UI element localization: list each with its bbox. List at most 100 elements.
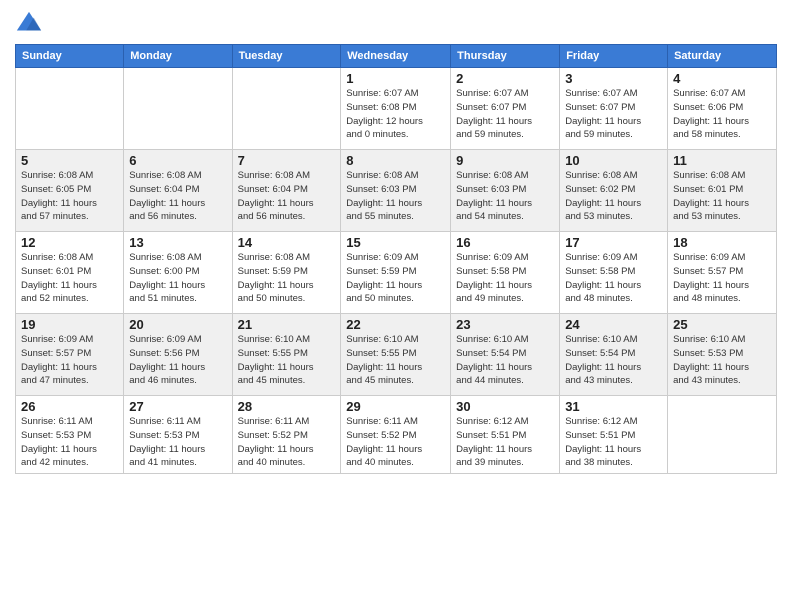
day-number: 1 [346, 71, 445, 86]
day-number: 5 [21, 153, 118, 168]
day-number: 18 [673, 235, 771, 250]
calendar-cell: 3Sunrise: 6:07 AMSunset: 6:07 PMDaylight… [560, 68, 668, 150]
weekday-header-tuesday: Tuesday [232, 45, 341, 68]
page-container: SundayMondayTuesdayWednesdayThursdayFrid… [0, 0, 792, 479]
day-info: Sunrise: 6:10 AMSunset: 5:54 PMDaylight:… [565, 333, 662, 388]
logo-icon [15, 10, 43, 38]
calendar-cell: 13Sunrise: 6:08 AMSunset: 6:00 PMDayligh… [124, 232, 232, 314]
calendar-cell: 2Sunrise: 6:07 AMSunset: 6:07 PMDaylight… [451, 68, 560, 150]
day-number: 28 [238, 399, 336, 414]
day-number: 6 [129, 153, 226, 168]
day-info: Sunrise: 6:10 AMSunset: 5:53 PMDaylight:… [673, 333, 771, 388]
day-info: Sunrise: 6:11 AMSunset: 5:52 PMDaylight:… [238, 415, 336, 470]
calendar-cell [232, 68, 341, 150]
day-number: 16 [456, 235, 554, 250]
calendar-cell: 15Sunrise: 6:09 AMSunset: 5:59 PMDayligh… [341, 232, 451, 314]
day-info: Sunrise: 6:09 AMSunset: 5:57 PMDaylight:… [21, 333, 118, 388]
header [15, 10, 777, 38]
day-info: Sunrise: 6:10 AMSunset: 5:55 PMDaylight:… [238, 333, 336, 388]
calendar-cell: 26Sunrise: 6:11 AMSunset: 5:53 PMDayligh… [16, 396, 124, 474]
calendar-cell: 28Sunrise: 6:11 AMSunset: 5:52 PMDayligh… [232, 396, 341, 474]
calendar-cell [668, 396, 777, 474]
calendar-cell: 25Sunrise: 6:10 AMSunset: 5:53 PMDayligh… [668, 314, 777, 396]
weekday-header-saturday: Saturday [668, 45, 777, 68]
day-number: 2 [456, 71, 554, 86]
weekday-header-row: SundayMondayTuesdayWednesdayThursdayFrid… [16, 45, 777, 68]
day-number: 22 [346, 317, 445, 332]
day-number: 29 [346, 399, 445, 414]
weekday-header-monday: Monday [124, 45, 232, 68]
day-number: 14 [238, 235, 336, 250]
week-row-3: 12Sunrise: 6:08 AMSunset: 6:01 PMDayligh… [16, 232, 777, 314]
day-info: Sunrise: 6:07 AMSunset: 6:07 PMDaylight:… [565, 87, 662, 142]
calendar-cell: 12Sunrise: 6:08 AMSunset: 6:01 PMDayligh… [16, 232, 124, 314]
calendar: SundayMondayTuesdayWednesdayThursdayFrid… [15, 44, 777, 474]
calendar-cell: 21Sunrise: 6:10 AMSunset: 5:55 PMDayligh… [232, 314, 341, 396]
calendar-cell: 22Sunrise: 6:10 AMSunset: 5:55 PMDayligh… [341, 314, 451, 396]
calendar-cell: 1Sunrise: 6:07 AMSunset: 6:08 PMDaylight… [341, 68, 451, 150]
day-info: Sunrise: 6:08 AMSunset: 6:01 PMDaylight:… [21, 251, 118, 306]
day-info: Sunrise: 6:11 AMSunset: 5:53 PMDaylight:… [129, 415, 226, 470]
day-number: 11 [673, 153, 771, 168]
calendar-cell: 20Sunrise: 6:09 AMSunset: 5:56 PMDayligh… [124, 314, 232, 396]
calendar-cell: 4Sunrise: 6:07 AMSunset: 6:06 PMDaylight… [668, 68, 777, 150]
day-info: Sunrise: 6:08 AMSunset: 6:05 PMDaylight:… [21, 169, 118, 224]
calendar-cell: 5Sunrise: 6:08 AMSunset: 6:05 PMDaylight… [16, 150, 124, 232]
day-info: Sunrise: 6:08 AMSunset: 6:03 PMDaylight:… [456, 169, 554, 224]
day-number: 31 [565, 399, 662, 414]
calendar-cell: 24Sunrise: 6:10 AMSunset: 5:54 PMDayligh… [560, 314, 668, 396]
day-info: Sunrise: 6:12 AMSunset: 5:51 PMDaylight:… [456, 415, 554, 470]
day-info: Sunrise: 6:12 AMSunset: 5:51 PMDaylight:… [565, 415, 662, 470]
day-number: 21 [238, 317, 336, 332]
day-number: 10 [565, 153, 662, 168]
day-info: Sunrise: 6:07 AMSunset: 6:07 PMDaylight:… [456, 87, 554, 142]
day-info: Sunrise: 6:09 AMSunset: 5:58 PMDaylight:… [456, 251, 554, 306]
calendar-cell: 16Sunrise: 6:09 AMSunset: 5:58 PMDayligh… [451, 232, 560, 314]
day-number: 24 [565, 317, 662, 332]
day-info: Sunrise: 6:08 AMSunset: 6:00 PMDaylight:… [129, 251, 226, 306]
day-info: Sunrise: 6:11 AMSunset: 5:52 PMDaylight:… [346, 415, 445, 470]
weekday-header-thursday: Thursday [451, 45, 560, 68]
day-number: 20 [129, 317, 226, 332]
day-info: Sunrise: 6:08 AMSunset: 6:04 PMDaylight:… [129, 169, 226, 224]
calendar-cell: 29Sunrise: 6:11 AMSunset: 5:52 PMDayligh… [341, 396, 451, 474]
calendar-cell: 30Sunrise: 6:12 AMSunset: 5:51 PMDayligh… [451, 396, 560, 474]
day-info: Sunrise: 6:09 AMSunset: 5:58 PMDaylight:… [565, 251, 662, 306]
day-number: 7 [238, 153, 336, 168]
week-row-2: 5Sunrise: 6:08 AMSunset: 6:05 PMDaylight… [16, 150, 777, 232]
day-info: Sunrise: 6:08 AMSunset: 6:02 PMDaylight:… [565, 169, 662, 224]
day-info: Sunrise: 6:08 AMSunset: 6:04 PMDaylight:… [238, 169, 336, 224]
logo [15, 10, 47, 38]
day-info: Sunrise: 6:10 AMSunset: 5:55 PMDaylight:… [346, 333, 445, 388]
day-info: Sunrise: 6:09 AMSunset: 5:56 PMDaylight:… [129, 333, 226, 388]
day-info: Sunrise: 6:10 AMSunset: 5:54 PMDaylight:… [456, 333, 554, 388]
calendar-cell [16, 68, 124, 150]
calendar-cell: 9Sunrise: 6:08 AMSunset: 6:03 PMDaylight… [451, 150, 560, 232]
weekday-header-friday: Friday [560, 45, 668, 68]
week-row-1: 1Sunrise: 6:07 AMSunset: 6:08 PMDaylight… [16, 68, 777, 150]
day-number: 17 [565, 235, 662, 250]
day-number: 12 [21, 235, 118, 250]
day-info: Sunrise: 6:08 AMSunset: 5:59 PMDaylight:… [238, 251, 336, 306]
day-number: 13 [129, 235, 226, 250]
calendar-cell: 8Sunrise: 6:08 AMSunset: 6:03 PMDaylight… [341, 150, 451, 232]
calendar-cell: 7Sunrise: 6:08 AMSunset: 6:04 PMDaylight… [232, 150, 341, 232]
calendar-cell: 27Sunrise: 6:11 AMSunset: 5:53 PMDayligh… [124, 396, 232, 474]
day-number: 3 [565, 71, 662, 86]
week-row-5: 26Sunrise: 6:11 AMSunset: 5:53 PMDayligh… [16, 396, 777, 474]
day-info: Sunrise: 6:09 AMSunset: 5:59 PMDaylight:… [346, 251, 445, 306]
calendar-cell [124, 68, 232, 150]
day-info: Sunrise: 6:09 AMSunset: 5:57 PMDaylight:… [673, 251, 771, 306]
day-number: 19 [21, 317, 118, 332]
calendar-cell: 18Sunrise: 6:09 AMSunset: 5:57 PMDayligh… [668, 232, 777, 314]
day-number: 27 [129, 399, 226, 414]
day-number: 8 [346, 153, 445, 168]
week-row-4: 19Sunrise: 6:09 AMSunset: 5:57 PMDayligh… [16, 314, 777, 396]
day-info: Sunrise: 6:07 AMSunset: 6:08 PMDaylight:… [346, 87, 445, 142]
day-number: 4 [673, 71, 771, 86]
day-info: Sunrise: 6:11 AMSunset: 5:53 PMDaylight:… [21, 415, 118, 470]
calendar-cell: 19Sunrise: 6:09 AMSunset: 5:57 PMDayligh… [16, 314, 124, 396]
calendar-cell: 11Sunrise: 6:08 AMSunset: 6:01 PMDayligh… [668, 150, 777, 232]
day-number: 26 [21, 399, 118, 414]
weekday-header-wednesday: Wednesday [341, 45, 451, 68]
